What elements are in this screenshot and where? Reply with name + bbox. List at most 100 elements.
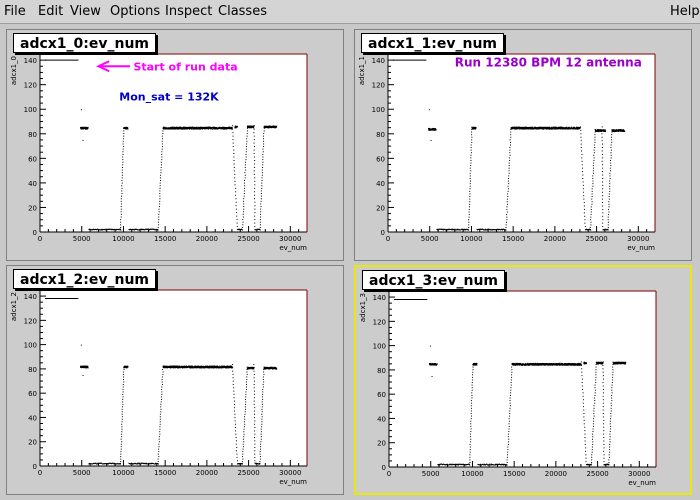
data-point xyxy=(259,453,261,455)
data-point xyxy=(231,127,233,129)
data-point xyxy=(602,362,604,364)
data-point xyxy=(235,205,237,207)
y-tick-label: 80 xyxy=(28,131,37,139)
menu-classes[interactable]: Classes xyxy=(218,4,267,19)
data-point xyxy=(511,376,513,378)
data-point xyxy=(232,373,234,375)
data-point xyxy=(120,229,122,231)
data-point xyxy=(243,195,245,197)
data-point xyxy=(602,198,604,200)
x-tick-label: 30000 xyxy=(627,235,649,243)
data-point xyxy=(235,198,237,200)
data-point xyxy=(463,228,465,230)
data-point xyxy=(253,198,255,200)
data-point xyxy=(470,162,472,164)
data-point xyxy=(602,215,604,217)
data-point xyxy=(509,141,511,143)
data-point xyxy=(609,167,611,169)
data-point xyxy=(475,127,477,129)
data-point xyxy=(161,140,163,142)
data-point xyxy=(234,173,236,175)
pad-adcx1-3[interactable]: 0 20 40 60 80 100 120 140 0 5000 10000 15000 20000 25… xyxy=(354,265,692,495)
data-point xyxy=(607,216,609,218)
data-point xyxy=(609,185,611,187)
data-point xyxy=(263,130,265,132)
y-tick-label: 40 xyxy=(28,414,37,422)
chart-svg: 0204060801001201400 5000 10000 15000 20000 25… xyxy=(359,290,657,487)
data-point xyxy=(253,387,255,389)
data-point xyxy=(207,128,209,130)
y-tick-label: 0 xyxy=(33,463,37,471)
data-point xyxy=(121,441,123,443)
data-point xyxy=(241,463,243,465)
y-axis-label: adcx1_2 xyxy=(10,292,18,321)
data-point xyxy=(608,211,610,213)
data-point xyxy=(608,203,610,205)
data-point xyxy=(87,126,89,128)
data-point xyxy=(121,418,123,420)
data-point xyxy=(233,149,235,151)
data-point xyxy=(244,187,246,189)
data-point xyxy=(159,185,161,187)
data-point xyxy=(508,172,510,174)
menu-options[interactable]: Options xyxy=(110,4,160,19)
menu-file[interactable]: File xyxy=(4,4,26,19)
data-point xyxy=(609,175,611,177)
data-point xyxy=(469,203,471,205)
data-point xyxy=(157,463,159,465)
y-tick-label: 140 xyxy=(373,294,386,302)
data-point xyxy=(242,451,244,453)
data-point xyxy=(610,157,612,159)
y-tick-label: 80 xyxy=(376,131,385,139)
data-point xyxy=(508,428,510,430)
data-point xyxy=(469,206,471,208)
data-point xyxy=(508,431,510,433)
data-point xyxy=(470,180,472,182)
data-point xyxy=(121,174,123,176)
data-point xyxy=(242,216,244,218)
data-point xyxy=(161,164,163,166)
pad-adcx1-2[interactable]: 0 20 40 60 80 100 120 140 0 5000 10000 15000 20000 25… xyxy=(6,265,344,495)
data-point xyxy=(120,211,122,213)
data-point xyxy=(511,371,513,373)
data-point xyxy=(593,157,595,159)
data-point xyxy=(469,177,471,179)
data-point xyxy=(253,149,255,151)
menu-help[interactable]: Help xyxy=(670,4,700,19)
data-point xyxy=(610,149,612,151)
data-point xyxy=(245,396,247,398)
data-point xyxy=(254,205,256,207)
data-point xyxy=(469,175,471,177)
data-point xyxy=(254,215,256,217)
data-point xyxy=(260,208,262,210)
data-point xyxy=(591,203,593,205)
data-point xyxy=(260,433,262,435)
data-point xyxy=(121,406,123,408)
data-point xyxy=(590,221,592,223)
data-point xyxy=(583,208,585,210)
menu-inspect[interactable]: Inspect xyxy=(165,4,212,19)
data-point xyxy=(260,211,262,213)
data-point xyxy=(120,198,122,200)
x-tick-label: 0 xyxy=(387,470,391,478)
menu-edit[interactable]: Edit xyxy=(38,4,63,19)
pad-adcx1-1[interactable]: 0 20 40 60 80 100 120 140 0 5000 10000 15000 20000 25… xyxy=(354,29,692,261)
data-point xyxy=(261,411,263,413)
x-tick-label: 0 xyxy=(38,235,42,243)
data-point xyxy=(468,226,470,228)
data-point xyxy=(120,461,122,463)
data-point xyxy=(242,213,244,215)
data-point xyxy=(262,148,264,150)
y-tick-label: 100 xyxy=(24,106,37,114)
data-point xyxy=(468,224,470,226)
data-point xyxy=(123,133,125,135)
data-point xyxy=(123,130,125,132)
data-point xyxy=(583,202,585,204)
data-point xyxy=(582,171,584,173)
menu-view[interactable]: View xyxy=(70,4,101,19)
data-point xyxy=(591,190,593,192)
chart-title: adcx1_1:ev_num xyxy=(361,33,505,53)
x-tick-label: 25000 xyxy=(585,235,607,243)
pad-adcx1-0[interactable]: 0 20 40 60 80 100 120 140 0 5000 10000 15000 20000 25… xyxy=(6,29,344,261)
data-point xyxy=(158,436,160,438)
